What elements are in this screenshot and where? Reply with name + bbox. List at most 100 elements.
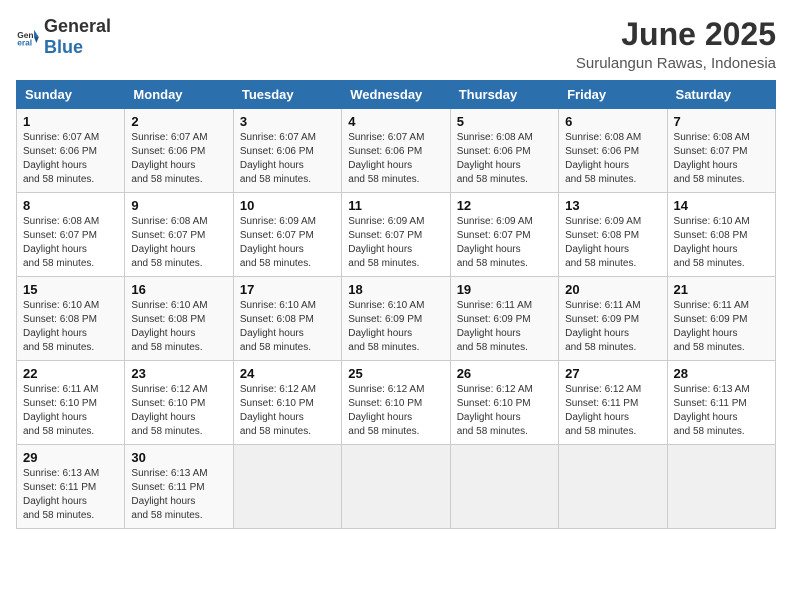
calendar-cell: 11 Sunrise: 6:09 AM Sunset: 6:07 PM Dayl… [342, 193, 450, 277]
logo: Gen eral General Blue [16, 16, 111, 58]
calendar-cell [559, 445, 667, 529]
day-number: 17 [240, 282, 335, 297]
day-info: Sunrise: 6:08 AM Sunset: 6:06 PM Dayligh… [565, 131, 660, 187]
day-number: 2 [131, 114, 226, 129]
calendar-header-row: SundayMondayTuesdayWednesdayThursdayFrid… [17, 81, 776, 109]
day-info: Sunrise: 6:10 AM Sunset: 6:08 PM Dayligh… [240, 299, 335, 355]
day-number: 27 [565, 366, 660, 381]
calendar-cell: 12 Sunrise: 6:09 AM Sunset: 6:07 PM Dayl… [450, 193, 558, 277]
day-info: Sunrise: 6:11 AM Sunset: 6:09 PM Dayligh… [674, 299, 769, 355]
day-number: 7 [674, 114, 769, 129]
svg-text:eral: eral [17, 37, 32, 47]
calendar-week-row: 1 Sunrise: 6:07 AM Sunset: 6:06 PM Dayli… [17, 109, 776, 193]
day-number: 11 [348, 198, 443, 213]
day-number: 29 [23, 450, 118, 465]
day-info: Sunrise: 6:13 AM Sunset: 6:11 PM Dayligh… [131, 467, 226, 523]
day-number: 28 [674, 366, 769, 381]
day-number: 4 [348, 114, 443, 129]
day-info: Sunrise: 6:08 AM Sunset: 6:07 PM Dayligh… [23, 215, 118, 271]
calendar-week-row: 29 Sunrise: 6:13 AM Sunset: 6:11 PM Dayl… [17, 445, 776, 529]
day-number: 30 [131, 450, 226, 465]
month-year-title: June 2025 [576, 16, 776, 53]
day-info: Sunrise: 6:12 AM Sunset: 6:10 PM Dayligh… [457, 383, 552, 439]
calendar-cell: 3 Sunrise: 6:07 AM Sunset: 6:06 PM Dayli… [233, 109, 341, 193]
calendar-cell: 19 Sunrise: 6:11 AM Sunset: 6:09 PM Dayl… [450, 277, 558, 361]
day-number: 20 [565, 282, 660, 297]
calendar-cell: 8 Sunrise: 6:08 AM Sunset: 6:07 PM Dayli… [17, 193, 125, 277]
calendar-cell: 13 Sunrise: 6:09 AM Sunset: 6:08 PM Dayl… [559, 193, 667, 277]
day-number: 13 [565, 198, 660, 213]
location-subtitle: Surulangun Rawas, Indonesia [576, 55, 776, 72]
calendar-cell: 15 Sunrise: 6:10 AM Sunset: 6:08 PM Dayl… [17, 277, 125, 361]
day-info: Sunrise: 6:09 AM Sunset: 6:07 PM Dayligh… [240, 215, 335, 271]
day-number: 16 [131, 282, 226, 297]
calendar-cell: 28 Sunrise: 6:13 AM Sunset: 6:11 PM Dayl… [667, 361, 775, 445]
column-header-sunday: Sunday [17, 81, 125, 109]
calendar-cell: 21 Sunrise: 6:11 AM Sunset: 6:09 PM Dayl… [667, 277, 775, 361]
day-info: Sunrise: 6:07 AM Sunset: 6:06 PM Dayligh… [348, 131, 443, 187]
day-info: Sunrise: 6:11 AM Sunset: 6:10 PM Dayligh… [23, 383, 118, 439]
page-header: Gen eral General Blue June 2025 Surulang… [16, 16, 776, 72]
calendar-cell: 27 Sunrise: 6:12 AM Sunset: 6:11 PM Dayl… [559, 361, 667, 445]
calendar-week-row: 15 Sunrise: 6:10 AM Sunset: 6:08 PM Dayl… [17, 277, 776, 361]
day-info: Sunrise: 6:08 AM Sunset: 6:07 PM Dayligh… [674, 131, 769, 187]
day-info: Sunrise: 6:09 AM Sunset: 6:07 PM Dayligh… [348, 215, 443, 271]
calendar-cell: 18 Sunrise: 6:10 AM Sunset: 6:09 PM Dayl… [342, 277, 450, 361]
day-info: Sunrise: 6:08 AM Sunset: 6:07 PM Dayligh… [131, 215, 226, 271]
day-number: 15 [23, 282, 118, 297]
column-header-tuesday: Tuesday [233, 81, 341, 109]
calendar-cell: 5 Sunrise: 6:08 AM Sunset: 6:06 PM Dayli… [450, 109, 558, 193]
logo-icon: Gen eral [16, 25, 40, 49]
calendar-cell [667, 445, 775, 529]
day-info: Sunrise: 6:07 AM Sunset: 6:06 PM Dayligh… [240, 131, 335, 187]
column-header-wednesday: Wednesday [342, 81, 450, 109]
day-number: 18 [348, 282, 443, 297]
calendar-week-row: 8 Sunrise: 6:08 AM Sunset: 6:07 PM Dayli… [17, 193, 776, 277]
column-header-friday: Friday [559, 81, 667, 109]
calendar-cell: 17 Sunrise: 6:10 AM Sunset: 6:08 PM Dayl… [233, 277, 341, 361]
day-info: Sunrise: 6:12 AM Sunset: 6:10 PM Dayligh… [131, 383, 226, 439]
day-info: Sunrise: 6:13 AM Sunset: 6:11 PM Dayligh… [674, 383, 769, 439]
calendar-cell: 22 Sunrise: 6:11 AM Sunset: 6:10 PM Dayl… [17, 361, 125, 445]
logo-text-general: General [44, 16, 111, 36]
day-info: Sunrise: 6:08 AM Sunset: 6:06 PM Dayligh… [457, 131, 552, 187]
logo-text-blue: Blue [44, 37, 83, 57]
day-number: 19 [457, 282, 552, 297]
calendar-week-row: 22 Sunrise: 6:11 AM Sunset: 6:10 PM Dayl… [17, 361, 776, 445]
day-number: 26 [457, 366, 552, 381]
calendar-cell: 25 Sunrise: 6:12 AM Sunset: 6:10 PM Dayl… [342, 361, 450, 445]
calendar-table: SundayMondayTuesdayWednesdayThursdayFrid… [16, 80, 776, 529]
calendar-cell: 26 Sunrise: 6:12 AM Sunset: 6:10 PM Dayl… [450, 361, 558, 445]
calendar-cell: 20 Sunrise: 6:11 AM Sunset: 6:09 PM Dayl… [559, 277, 667, 361]
day-number: 23 [131, 366, 226, 381]
calendar-cell [233, 445, 341, 529]
day-info: Sunrise: 6:10 AM Sunset: 6:08 PM Dayligh… [23, 299, 118, 355]
day-info: Sunrise: 6:12 AM Sunset: 6:11 PM Dayligh… [565, 383, 660, 439]
day-info: Sunrise: 6:12 AM Sunset: 6:10 PM Dayligh… [240, 383, 335, 439]
day-info: Sunrise: 6:07 AM Sunset: 6:06 PM Dayligh… [131, 131, 226, 187]
day-number: 5 [457, 114, 552, 129]
calendar-cell: 30 Sunrise: 6:13 AM Sunset: 6:11 PM Dayl… [125, 445, 233, 529]
title-block: June 2025 Surulangun Rawas, Indonesia [576, 16, 776, 72]
day-number: 10 [240, 198, 335, 213]
day-number: 3 [240, 114, 335, 129]
calendar-cell: 9 Sunrise: 6:08 AM Sunset: 6:07 PM Dayli… [125, 193, 233, 277]
calendar-cell [450, 445, 558, 529]
calendar-cell: 24 Sunrise: 6:12 AM Sunset: 6:10 PM Dayl… [233, 361, 341, 445]
calendar-cell: 1 Sunrise: 6:07 AM Sunset: 6:06 PM Dayli… [17, 109, 125, 193]
calendar-cell: 4 Sunrise: 6:07 AM Sunset: 6:06 PM Dayli… [342, 109, 450, 193]
calendar-cell [342, 445, 450, 529]
day-info: Sunrise: 6:10 AM Sunset: 6:08 PM Dayligh… [131, 299, 226, 355]
day-number: 14 [674, 198, 769, 213]
day-number: 24 [240, 366, 335, 381]
day-number: 9 [131, 198, 226, 213]
calendar-cell: 14 Sunrise: 6:10 AM Sunset: 6:08 PM Dayl… [667, 193, 775, 277]
day-number: 25 [348, 366, 443, 381]
day-number: 1 [23, 114, 118, 129]
day-number: 21 [674, 282, 769, 297]
day-info: Sunrise: 6:11 AM Sunset: 6:09 PM Dayligh… [565, 299, 660, 355]
day-number: 22 [23, 366, 118, 381]
day-info: Sunrise: 6:12 AM Sunset: 6:10 PM Dayligh… [348, 383, 443, 439]
day-number: 6 [565, 114, 660, 129]
day-info: Sunrise: 6:09 AM Sunset: 6:07 PM Dayligh… [457, 215, 552, 271]
